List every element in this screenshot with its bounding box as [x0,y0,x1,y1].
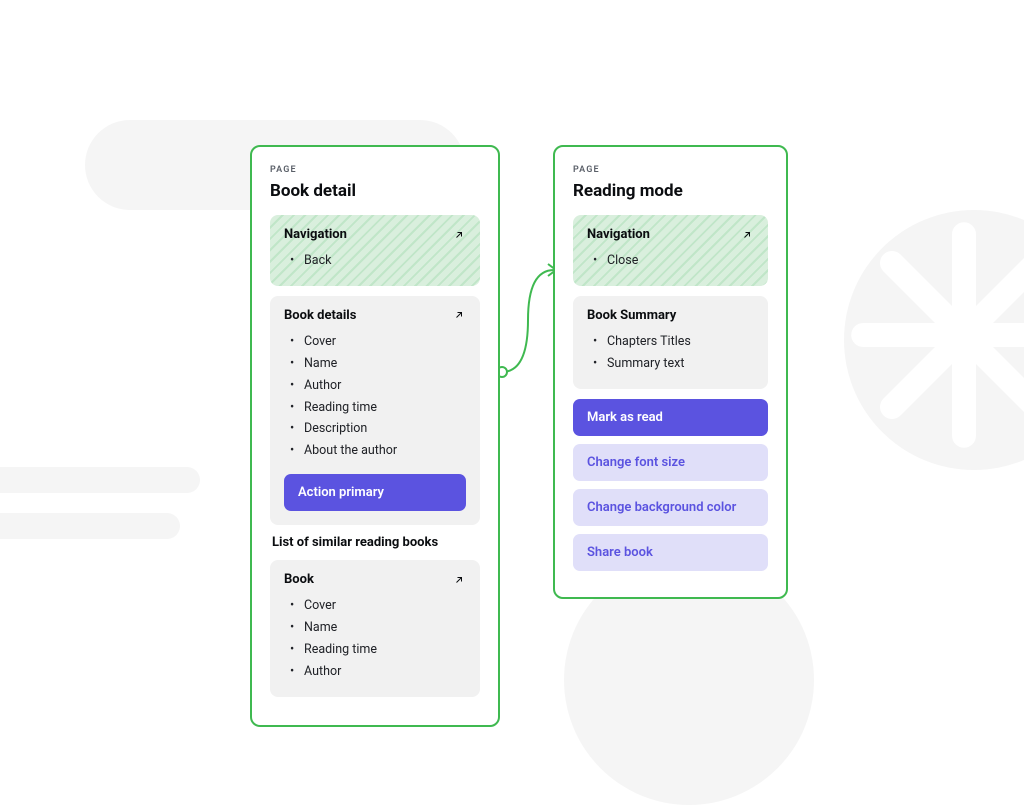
card-eyebrow: PAGE [270,165,480,175]
card-title: Book detail [270,181,480,201]
page-card-book-detail: PAGE Book detail Navigation Back Book de… [250,145,500,727]
detail-item: About the author [290,440,466,462]
action-primary-button[interactable]: Action primary [284,474,466,511]
change-background-color-button[interactable]: Change background color [573,489,768,526]
change-font-size-button[interactable]: Change font size [573,444,768,481]
similar-books-label: List of similar reading books [272,535,480,550]
card-eyebrow: PAGE [573,165,768,175]
detail-item: Reading time [290,397,466,419]
nav-item: Back [290,250,466,272]
navigation-block[interactable]: Navigation Back [270,215,480,286]
detail-item: Name [290,353,466,375]
book-summary-block[interactable]: Book Summary Chapters Titles Summary tex… [573,296,768,389]
block-title: Book details [284,308,356,323]
summary-item: Chapters Titles [593,331,754,353]
block-title: Navigation [284,227,347,242]
block-items: Chapters Titles Summary text [593,331,754,375]
navigation-block[interactable]: Navigation Close [573,215,768,286]
arrow-up-right-icon [740,228,754,242]
block-items: Back [290,250,466,272]
block-items: Cover Name Reading time Author [290,595,466,683]
detail-item: Author [290,375,466,397]
page-card-reading-mode: PAGE Reading mode Navigation Close Book … [553,145,788,599]
book-item: Name [290,617,466,639]
book-item: Reading time [290,639,466,661]
share-book-button[interactable]: Share book [573,534,768,571]
block-title: Book [284,572,314,587]
book-item: Author [290,661,466,683]
book-details-block[interactable]: Book details Cover Name Author Reading t… [270,296,480,525]
block-items: Cover Name Author Reading time Descripti… [290,331,466,462]
nav-item: Close [593,250,754,272]
arrow-up-right-icon [452,573,466,587]
arrow-up-right-icon [452,308,466,322]
detail-item: Cover [290,331,466,353]
summary-item: Summary text [593,353,754,375]
mark-as-read-button[interactable]: Mark as read [573,399,768,436]
similar-book-block[interactable]: Book Cover Name Reading time Author [270,560,480,697]
block-items: Close [593,250,754,272]
book-item: Cover [290,595,466,617]
block-title: Navigation [587,227,650,242]
arrow-up-right-icon [452,228,466,242]
card-title: Reading mode [573,181,768,201]
detail-item: Description [290,418,466,440]
block-title: Book Summary [587,308,676,323]
